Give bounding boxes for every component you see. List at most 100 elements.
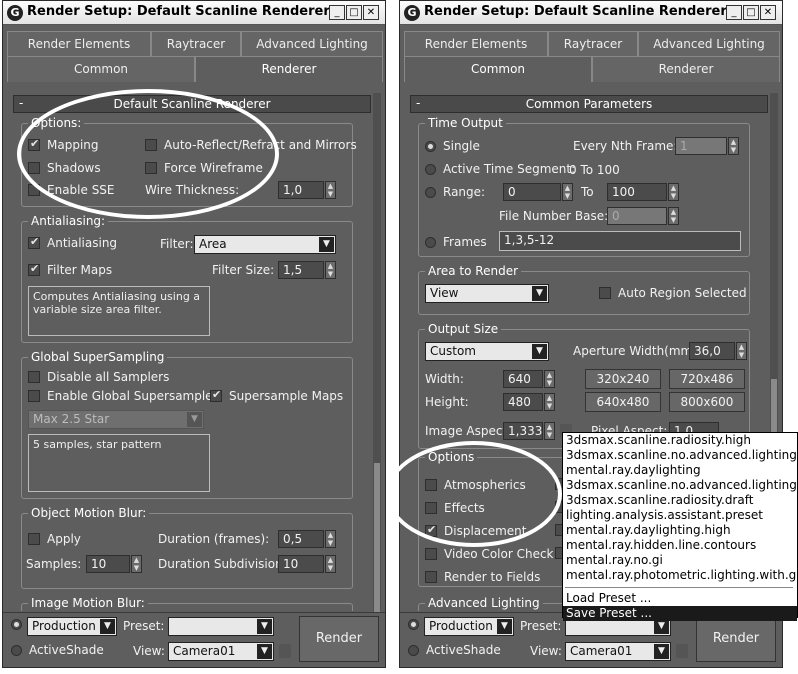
view-dropdown[interactable]: Camera01 ▼ <box>168 642 274 661</box>
chevron-down-icon[interactable]: ▼ <box>497 619 512 634</box>
lock-icon[interactable] <box>279 644 291 658</box>
preset-menu-item[interactable]: 3dsmax.scanline.no.advanced.lighting.hig… <box>563 448 797 463</box>
radio-icon[interactable] <box>11 644 22 656</box>
antialiasing-checkbox[interactable]: Antialiasing <box>28 235 117 250</box>
preset-menu-item[interactable]: mental.ray.hidden.line.contours <box>563 538 797 553</box>
tab-renderer[interactable]: Renderer <box>592 56 780 82</box>
radio-icon[interactable] <box>11 619 22 630</box>
force-wireframe-checkbox[interactable]: Force Wireframe <box>145 161 263 175</box>
collapse-icon[interactable]: - <box>416 95 420 111</box>
enable-global-supersampler-checkbox[interactable]: Enable Global Supersampler <box>28 389 218 403</box>
spinner-arrows-icon[interactable]: ▲ ▼ <box>668 207 679 225</box>
radio-icon[interactable] <box>408 644 419 656</box>
radio-icon[interactable] <box>408 619 419 630</box>
spinner-arrows-icon[interactable]: ▲ ▼ <box>562 183 573 201</box>
apply-checkbox[interactable]: Apply <box>28 532 81 546</box>
output-size-dropdown[interactable]: Custom ▼ <box>425 342 549 361</box>
tab-raytracer[interactable]: Raytracer <box>151 31 241 57</box>
height-spinner[interactable]: 480 <box>503 393 543 411</box>
preset-menu-item[interactable]: mental.ray.daylighting <box>563 463 797 478</box>
auto-reflect-checkbox[interactable]: Auto-Reflect/Refract and Mirrors <box>145 138 357 152</box>
filter-dropdown[interactable]: Area ▼ <box>194 235 336 254</box>
checkbox-icon[interactable] <box>210 388 222 402</box>
sampler-dropdown[interactable]: Max 2.5 Star ▼ <box>28 410 204 429</box>
frames-radio[interactable]: Frames <box>425 235 487 249</box>
checkbox-icon[interactable] <box>145 139 157 151</box>
checkbox-icon[interactable] <box>425 479 437 491</box>
size-720x486-button[interactable]: 720x486 <box>669 369 745 389</box>
checkbox-icon[interactable] <box>28 262 40 276</box>
close-button[interactable]: ✕ <box>363 5 379 20</box>
checkbox-icon[interactable] <box>145 162 157 174</box>
shadows-checkbox[interactable]: Shadows <box>28 161 101 175</box>
chevron-down-icon[interactable]: ▼ <box>257 619 272 634</box>
duration-spinner[interactable]: 0,5 <box>278 530 324 548</box>
preset-dropdown[interactable]: ▼ <box>168 617 274 636</box>
single-radio[interactable]: Single <box>425 139 480 153</box>
preset-menu-item[interactable]: 3dsmax.scanline.radiosity.draft <box>563 493 797 508</box>
area-to-render-dropdown[interactable]: View ▼ <box>425 284 549 303</box>
supersample-maps-checkbox[interactable]: Supersample Maps <box>210 388 343 403</box>
view-dropdown[interactable]: Camera01 ▼ <box>565 642 671 661</box>
chevron-down-icon[interactable]: ▼ <box>532 344 547 359</box>
auto-region-checkbox[interactable]: Auto Region Selected <box>599 286 747 300</box>
rollout-common-parameters[interactable]: - Common Parameters <box>410 95 768 113</box>
spinner-arrows-icon[interactable]: ▲ ▼ <box>668 183 679 201</box>
radio-icon[interactable] <box>425 163 436 175</box>
spinner-arrows-icon[interactable]: ▲ ▼ <box>728 137 739 155</box>
preset-menu-item[interactable]: lighting.analysis.assistant.preset <box>563 508 797 523</box>
load-preset-item[interactable]: Load Preset ... <box>563 591 797 606</box>
chevron-down-icon[interactable]: ▼ <box>257 644 272 659</box>
preset-menu-item[interactable]: mental.ray.daylighting.high <box>563 523 797 538</box>
tab-renderer[interactable]: Renderer <box>195 56 383 82</box>
subdivisions-spinner[interactable]: 10 <box>278 555 324 573</box>
chevron-down-icon[interactable]: ▼ <box>319 237 334 252</box>
activeshade-radio[interactable]: ActiveShade <box>408 643 501 657</box>
spinner-arrows-icon[interactable]: ▲ ▼ <box>131 555 142 573</box>
checkbox-icon[interactable] <box>425 502 437 514</box>
tab-common[interactable]: Common <box>404 56 592 82</box>
title-bar[interactable]: G Render Setup: Default Scanline Rendere… <box>400 1 782 25</box>
wire-thickness-spinner[interactable]: 1,0 <box>278 181 324 199</box>
width-spinner[interactable]: 640 <box>503 370 543 388</box>
disable-all-samplers-checkbox[interactable]: Disable all Samplers <box>28 370 169 384</box>
frames-input[interactable]: 1,3,5-12 <box>499 231 741 251</box>
range-from-spinner[interactable]: 0 <box>503 183 561 201</box>
checkbox-icon[interactable] <box>28 184 40 196</box>
video-color-check-checkbox[interactable]: Video Color Check <box>425 547 554 561</box>
preset-menu-item[interactable]: mental.ray.photometric.lighting.with.gi <box>563 568 797 583</box>
checkbox-icon[interactable] <box>425 523 437 537</box>
spinner-arrows-icon[interactable]: ▲ ▼ <box>325 181 336 199</box>
checkbox-icon[interactable] <box>425 548 437 560</box>
checkbox-icon[interactable] <box>425 571 437 583</box>
effects-checkbox[interactable]: Effects <box>425 501 485 515</box>
tab-advanced-lighting[interactable]: Advanced Lighting <box>638 31 780 57</box>
maximize-button[interactable]: □ <box>743 5 759 20</box>
file-number-base-spinner[interactable]: 0 <box>607 207 667 225</box>
checkbox-icon[interactable] <box>28 162 40 174</box>
filter-size-spinner[interactable]: 1,5 <box>278 261 324 279</box>
checkbox-icon[interactable] <box>28 137 40 151</box>
chevron-down-icon[interactable]: ▼ <box>532 286 547 301</box>
aperture-spinner[interactable]: 36,0 <box>689 342 735 360</box>
checkbox-icon[interactable] <box>599 287 611 299</box>
size-640x480-button[interactable]: 640x480 <box>585 392 661 412</box>
checkbox-icon[interactable] <box>28 371 40 383</box>
mapping-checkbox[interactable]: Mapping <box>28 137 99 152</box>
chevron-down-icon[interactable]: ▼ <box>100 619 115 634</box>
preset-menu-item[interactable]: mental.ray.no.gi <box>563 553 797 568</box>
enable-sse-checkbox[interactable]: Enable SSE <box>28 183 115 197</box>
maximize-button[interactable]: □ <box>346 5 362 20</box>
spinner-arrows-icon[interactable]: ▲ ▼ <box>325 555 336 573</box>
rollout-default-scanline[interactable]: - Default Scanline Renderer <box>13 95 371 113</box>
tab-raytracer[interactable]: Raytracer <box>548 31 638 57</box>
render-button[interactable]: Render <box>696 616 776 662</box>
preset-menu-item[interactable]: 3dsmax.scanline.no.advanced.lighting.dra… <box>563 478 797 493</box>
tab-render-elements[interactable]: Render Elements <box>404 31 548 57</box>
every-nth-spinner[interactable]: 1 <box>675 137 727 155</box>
radio-icon[interactable] <box>425 140 436 152</box>
spinner-arrows-icon[interactable]: ▲ ▼ <box>544 393 555 411</box>
lock-icon[interactable] <box>676 644 688 658</box>
tab-common[interactable]: Common <box>7 56 195 82</box>
range-to-spinner[interactable]: 100 <box>607 183 667 201</box>
